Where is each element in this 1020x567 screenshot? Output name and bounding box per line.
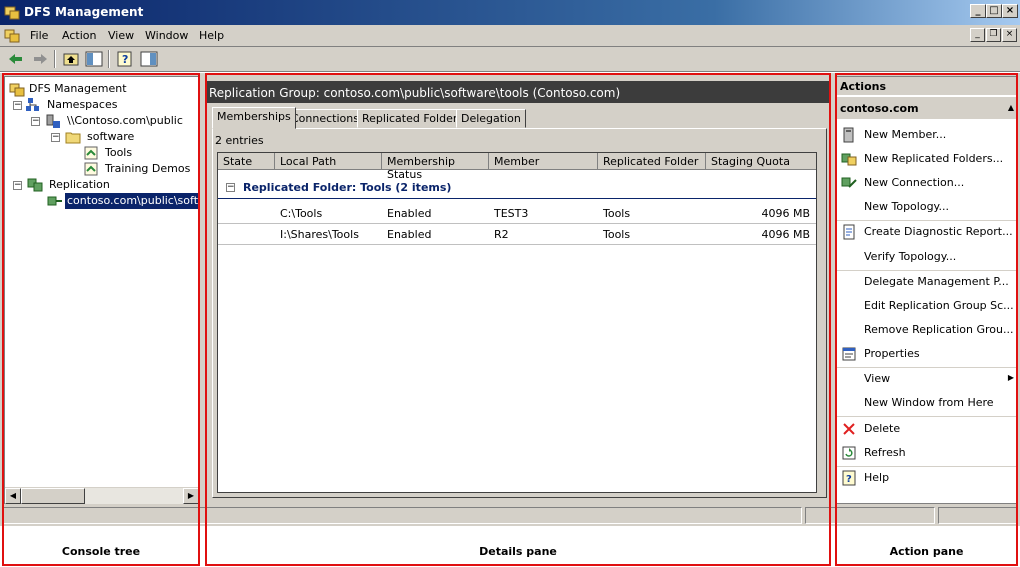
- toolbar: ?: [0, 47, 1020, 72]
- forward-arrow-icon[interactable]: [30, 50, 50, 68]
- menu-action[interactable]: Action: [62, 29, 96, 42]
- details-pane-annotation-box: [205, 73, 831, 566]
- details-pane-caption: Details pane: [479, 545, 557, 558]
- dfs-app-icon: [4, 6, 20, 20]
- menu-view[interactable]: View: [108, 29, 134, 42]
- tab-memberships[interactable]: Memberships: [212, 107, 296, 129]
- action-pane-annotation-box: [835, 73, 1018, 566]
- maximize-button[interactable]: □: [986, 4, 1002, 18]
- show-hide-tree-icon[interactable]: [84, 50, 104, 68]
- menu-help[interactable]: Help: [199, 29, 224, 42]
- menu-bar: File Action View Window Help _ ❐ ×: [0, 25, 1020, 47]
- mmc-document-icon[interactable]: [4, 27, 20, 43]
- toolbar-separator: [54, 50, 56, 68]
- svg-text:?: ?: [122, 53, 128, 66]
- menu-file[interactable]: File: [30, 29, 48, 42]
- show-action-pane-icon[interactable]: [139, 50, 159, 68]
- minimize-button[interactable]: _: [970, 4, 986, 18]
- help-topics-icon[interactable]: ?: [115, 50, 135, 68]
- up-folder-icon[interactable]: [61, 50, 81, 68]
- action-pane-caption: Action pane: [889, 545, 964, 558]
- child-minimize-button[interactable]: _: [970, 28, 985, 42]
- child-close-button[interactable]: ×: [1002, 28, 1017, 42]
- close-button[interactable]: ×: [1002, 4, 1018, 18]
- menu-window[interactable]: Window: [145, 29, 188, 42]
- child-restore-button[interactable]: ❐: [986, 28, 1001, 42]
- title-bar: DFS Management _ □ ×: [0, 0, 1020, 25]
- console-tree-caption: Console tree: [61, 545, 141, 558]
- window-title: DFS Management: [24, 5, 144, 19]
- back-arrow-icon[interactable]: [6, 50, 26, 68]
- console-tree-annotation-box: [2, 73, 200, 566]
- toolbar-separator: [108, 50, 110, 68]
